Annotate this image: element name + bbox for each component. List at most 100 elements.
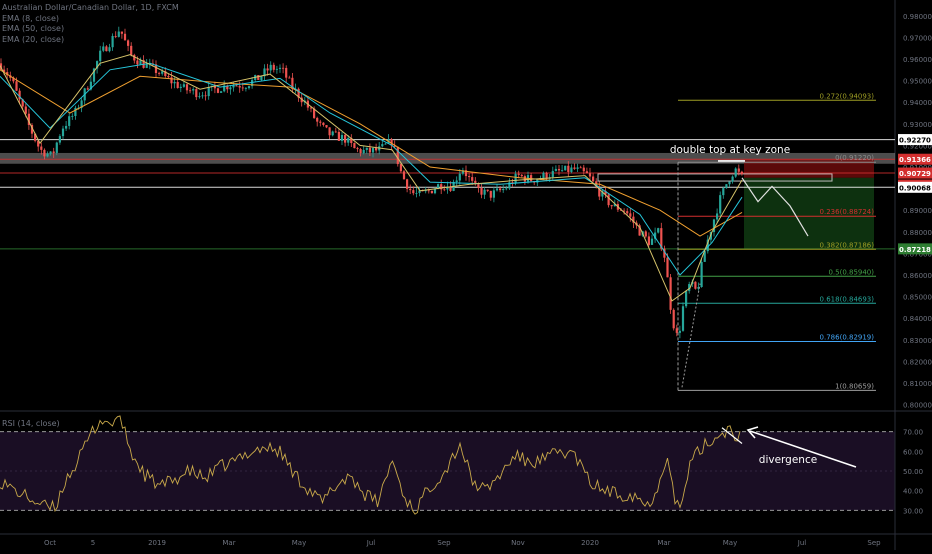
candle-body (173, 81, 176, 84)
time-tick-label: Jul (366, 539, 376, 547)
candle-body (158, 72, 161, 74)
candle-body (430, 190, 433, 194)
time-tick-label: May (723, 539, 737, 547)
candle-body (412, 190, 415, 194)
rsi-tick-label: 40.00 (903, 488, 923, 496)
candle-body (176, 81, 179, 88)
candle-body (694, 281, 697, 289)
price-tick-label: 0.80000 (903, 402, 932, 410)
candle-body (585, 171, 588, 174)
candle-body (375, 148, 378, 151)
candle-body (700, 261, 703, 288)
candle-body (672, 309, 675, 329)
candle-body (368, 147, 371, 153)
rsi-tick-label: 50.00 (903, 468, 923, 476)
rsi-tick-label: 30.00 (903, 507, 923, 515)
candle-body (182, 84, 185, 87)
candle-body (102, 46, 105, 51)
price-tick-label: 0.96000 (903, 56, 932, 64)
fib-level-label: 0.272(0.94093) (820, 92, 875, 100)
candle-body (685, 291, 688, 307)
candle-body (542, 172, 545, 179)
time-tick-label: 2019 (148, 539, 166, 547)
candle-body (722, 188, 725, 196)
candle-body (65, 125, 68, 129)
time-tick-label: Mar (657, 539, 670, 547)
time-tick-label: Sep (867, 539, 881, 547)
price-tick-label: 0.97000 (903, 34, 932, 42)
time-tick-label: Sep (437, 539, 451, 547)
price-badge-label: 0.87218 (899, 246, 931, 254)
candle-body (232, 85, 235, 88)
candle-body (136, 60, 139, 65)
price-tick-label: 0.82000 (903, 358, 932, 366)
candle-body (201, 95, 204, 97)
candle-body (610, 205, 613, 207)
candle-body (483, 189, 486, 195)
candle-body (99, 50, 102, 62)
candle-body (170, 77, 173, 84)
candle-body (579, 167, 582, 169)
candle-body (592, 176, 595, 182)
price-tick-label: 0.83000 (903, 337, 932, 345)
candle-body (204, 95, 207, 97)
chart-stage[interactable]: 0.272(0.94093) 0(0.91220) 0.236(0.88724) 0.… (0, 0, 932, 550)
candle-body (409, 188, 412, 191)
candle-body (725, 184, 728, 189)
candle-body (582, 167, 585, 172)
fib-level-label: 1(0.80659) (835, 382, 874, 390)
candle-body (275, 68, 278, 70)
candle-body (737, 168, 740, 172)
candle-body (207, 87, 210, 97)
rsi-legend: RSI (14, close) (2, 419, 60, 428)
candle-body (192, 89, 195, 91)
price-tick-label: 0.85000 (903, 294, 932, 302)
candle-body (216, 88, 220, 93)
price-chart-svg[interactable]: 0.272(0.94093) 0(0.91220) 0.236(0.88724) 0.… (0, 0, 932, 550)
candle-body (455, 180, 458, 182)
fib-level-label: 0.5(0.85940) (828, 268, 874, 276)
candle-body (334, 131, 337, 133)
candle-body (244, 88, 247, 89)
candle-body (520, 174, 523, 177)
candle-body (384, 143, 387, 145)
candle-body (337, 131, 340, 141)
candle-body (220, 91, 223, 93)
candle-body (396, 146, 399, 165)
candle-body (328, 127, 331, 136)
candle-body (322, 122, 325, 125)
candle-body (340, 135, 344, 141)
time-tick-label: 2020 (581, 539, 599, 547)
rsi-tick-label: 70.00 (903, 429, 923, 437)
candle-body (514, 173, 517, 184)
time-tick-label: May (292, 539, 306, 547)
candle-body (282, 67, 285, 69)
price-badge-label: 0.92270 (899, 137, 931, 145)
fib-level-label: 0.236(0.88724) (820, 208, 875, 216)
candle-body (40, 146, 43, 150)
candle-body (523, 176, 526, 182)
time-tick-label: Mar (222, 539, 235, 547)
candle-body (344, 135, 347, 143)
symbol-title: Australian Dollar/Canadian Dollar, 1D, F… (2, 3, 179, 12)
candle-body (266, 68, 269, 71)
fib-level-label: 0.382(0.87186) (820, 241, 875, 249)
candle-body (365, 147, 368, 150)
candle-body (554, 168, 557, 171)
chart-legend: Australian Dollar/Canadian Dollar, 1D, F… (2, 3, 179, 45)
candle-body (489, 190, 492, 198)
candle-body (650, 238, 654, 245)
candle-body (272, 64, 275, 70)
candle-body (198, 96, 201, 98)
candle-body (517, 173, 520, 175)
candle-body (499, 188, 502, 191)
candle-body (167, 76, 170, 78)
candle-body (399, 164, 402, 172)
candle-body (495, 188, 499, 191)
candle-body (46, 153, 49, 157)
price-tick-label: 0.84000 (903, 315, 932, 323)
candle-body (669, 277, 672, 310)
time-tick-label: 5 (91, 539, 95, 547)
fib-level-label: 0.786(0.82919) (820, 334, 875, 342)
candle-body (433, 188, 437, 194)
